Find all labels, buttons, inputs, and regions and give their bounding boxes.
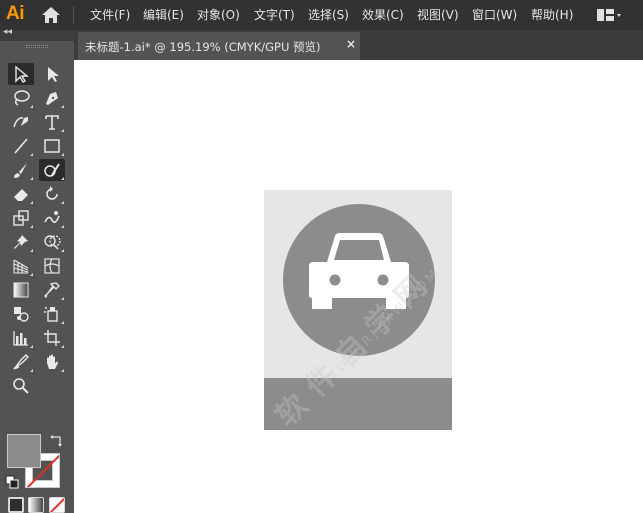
line-icon [14,138,28,154]
zoom-tool[interactable] [8,375,34,397]
line-segment-tool[interactable] [8,135,34,157]
scale-tool[interactable] [8,207,34,229]
zoom-icon [13,378,29,394]
pushpin-icon [14,235,28,249]
selection-tool[interactable] [8,63,34,85]
magic-wand-tool[interactable] [8,87,34,109]
warp-tool[interactable] [39,207,65,229]
fill-color-swatch[interactable] [7,434,41,468]
rotate-icon [46,186,58,200]
shape-builder-tool[interactable] [39,231,65,253]
shape-builder-icon [44,235,61,250]
gradient-icon [13,282,29,298]
tools-panel-header: ◂◂ [0,27,74,41]
eraser-tool[interactable] [8,183,34,205]
workspace-switcher-icon[interactable] [596,7,622,23]
default-fill-stroke-icon[interactable] [5,475,19,489]
warp-icon [44,211,60,224]
eraser-icon [14,189,28,201]
document-tab-label: 未标题-1.ai* @ 195.19% (CMYK/GPU 预览) [85,40,321,54]
panel-grip[interactable] [26,45,48,48]
hand-tool[interactable] [39,351,65,373]
artboard[interactable] [264,190,452,430]
slice-tool[interactable] [8,351,34,373]
lasso-icon [14,90,30,106]
curvature-tool[interactable] [8,111,34,133]
menu-select[interactable]: 选择(S) [308,7,349,23]
document-tab-bar: 未标题-1.ai* @ 195.19% (CMYK/GPU 预览) × [74,30,643,60]
home-icon[interactable] [40,5,62,25]
menu-window[interactable]: 窗口(W) [472,7,517,23]
none-mode-button[interactable] [49,497,65,513]
document-tab[interactable]: 未标题-1.ai* @ 195.19% (CMYK/GPU 预览) × [78,32,360,60]
hand-icon [47,354,58,369]
scale-icon [13,210,29,226]
direct-selection-tool[interactable] [39,63,65,85]
color-mode-button[interactable] [8,497,24,513]
perspective-grid-icon [13,259,29,274]
curvature-pen-icon [13,117,28,128]
symbol-sprayer-tool[interactable] [39,303,65,325]
rectangle-icon [44,139,60,153]
knife-icon [13,354,29,370]
paintbrush-tool[interactable] [8,159,34,181]
eyedropper-icon [44,282,60,299]
type-tool[interactable] [39,111,65,133]
menu-type[interactable]: 文字(T) [254,7,295,23]
collapse-panel-button[interactable]: ◂◂ [3,27,12,37]
paintbrush-icon [14,163,27,178]
puppet-warp-tool[interactable] [8,231,34,253]
column-graph-icon [13,331,28,346]
gradient-mode-button[interactable] [28,497,44,513]
menu-view[interactable]: 视图(V) [417,7,459,23]
artboard-tool[interactable] [39,327,65,349]
shaper-icon [44,163,60,177]
artboard-icon [44,330,60,346]
rectangle-tool[interactable] [39,135,65,157]
tools-panel: ◂◂ [0,27,74,513]
car-icon [309,233,409,318]
rotate-tool[interactable] [39,183,65,205]
mesh-tool[interactable] [39,255,65,277]
menu-effect[interactable]: 效果(C) [362,7,404,23]
circle-shape[interactable] [283,204,435,356]
column-graph-tool[interactable] [8,327,34,349]
mesh-icon [44,258,60,274]
type-icon [45,115,59,130]
menu-help[interactable]: 帮助(H) [531,7,573,23]
symbol-sprayer-icon [44,307,58,322]
menu-file[interactable]: 文件(F) [90,7,130,23]
swap-fill-stroke-icon[interactable] [49,434,63,448]
close-icon[interactable]: × [346,37,356,51]
blend-tool[interactable] [8,303,34,325]
gradient-tool[interactable] [8,279,34,301]
shaper-tool[interactable] [39,159,65,181]
menu-separator [73,6,74,24]
bottom-band-shape[interactable] [264,378,452,430]
direct-selection-icon [48,67,59,82]
blend-icon [14,307,29,322]
perspective-grid-tool[interactable] [8,255,34,277]
canvas[interactable]: 软件自学网 WWW.RJZXW.COM [74,60,643,513]
menu-edit[interactable]: 编辑(E) [143,7,184,23]
pen-icon [46,92,58,105]
selection-arrow-icon [15,65,29,83]
eyedropper-tool[interactable] [39,279,65,301]
pen-tool[interactable] [39,87,65,109]
menu-bar: Ai 文件(F) 编辑(E) 对象(O) 文字(T) 选择(S) 效果(C) 视… [0,0,643,30]
menu-object[interactable]: 对象(O) [197,7,240,23]
app-logo: Ai [6,3,25,24]
